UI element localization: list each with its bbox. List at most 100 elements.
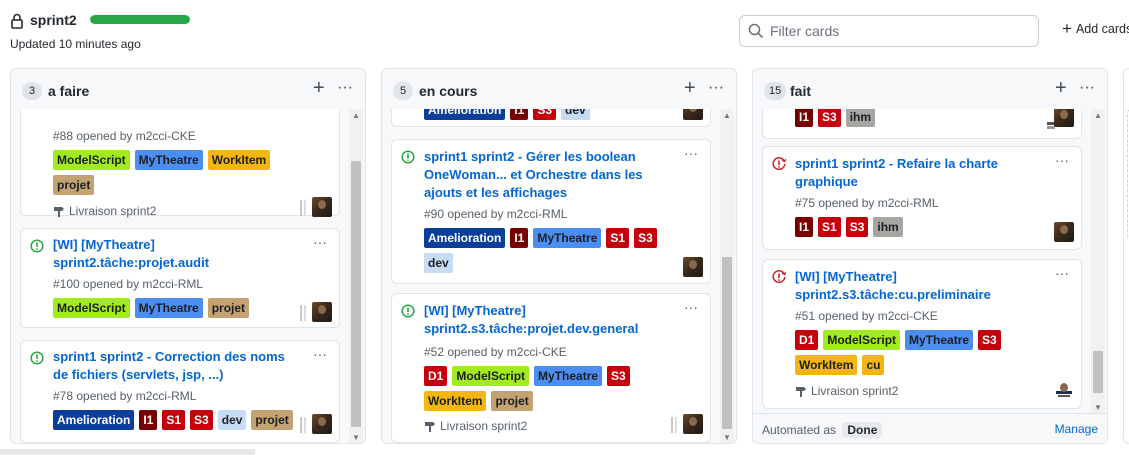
label-badge[interactable]: S3: [818, 109, 841, 127]
add-column-placeholder[interactable]: [1123, 68, 1129, 444]
issue-card[interactable]: [WI] [MyTheatre] sprint2.s3.tâche:cu.pre…: [762, 259, 1082, 409]
label-badge[interactable]: ihm: [873, 217, 903, 237]
card-title-link[interactable]: [WI] [MyTheatre] sprint2.s3.tâche:projet…: [424, 302, 674, 338]
label-badge[interactable]: S1: [162, 410, 186, 430]
column-scrollbar[interactable]: ▲ ▼: [349, 109, 363, 443]
label-badge[interactable]: Amelioration: [424, 228, 506, 248]
add-card-plus-icon[interactable]: +: [684, 78, 696, 98]
card-milestone[interactable]: Livraison sprint2: [424, 419, 527, 433]
card-title-link[interactable]: sprint1 sprint2 - Gérer les boolean OneW…: [424, 148, 674, 202]
label-badge[interactable]: I1: [510, 228, 529, 248]
issue-card[interactable]: sprint1 sprint2 - Refaire la charte grap…: [762, 146, 1082, 250]
scrollbar-thumb[interactable]: [351, 161, 361, 427]
label-badge[interactable]: cu: [862, 355, 885, 375]
issue-card[interactable]: [WI] [MyTheatre] sprint2.s3.tâche:projet…: [391, 293, 711, 443]
card-title-link[interactable]: [WI] [MyTheatre] sprint2.s3.tâche:cu.pre…: [795, 268, 1045, 304]
column-menu-dots-icon[interactable]: ···: [337, 78, 353, 98]
label-badge[interactable]: MyTheatre: [534, 366, 603, 386]
card-menu-dots-icon[interactable]: ···: [684, 146, 698, 160]
issue-card[interactable]: Amelioration I1 S3 dev: [391, 109, 711, 127]
issue-card[interactable]: sprint1 sprint2 - Correction des noms de…: [20, 340, 340, 443]
scrollbar-thumb[interactable]: [1093, 351, 1103, 393]
card-milestone[interactable]: Livraison sprint2: [795, 384, 898, 398]
issue-card[interactable]: [WI] [MyTheatre] sprint2.tâche:projet.au…: [20, 228, 340, 328]
card-title-link[interactable]: sprint1 sprint2 - Refaire la charte grap…: [795, 155, 1045, 191]
card-milestone[interactable]: Livraison sprint2: [53, 204, 156, 218]
label-badge[interactable]: MyTheatre: [134, 298, 203, 318]
label-badge[interactable]: S1: [606, 228, 630, 248]
filter-cards-input[interactable]: [770, 22, 1030, 40]
label-badge[interactable]: S3: [634, 228, 657, 248]
label-badge[interactable]: dev: [217, 410, 247, 430]
column-scrollbar[interactable]: ▲ ▼: [1091, 109, 1105, 415]
label-badge[interactable]: projet: [53, 175, 95, 195]
label-badge[interactable]: projet: [207, 298, 250, 318]
label-badge[interactable]: S3: [190, 410, 213, 430]
scrollbar-thumb[interactable]: [722, 257, 732, 429]
label-badge[interactable]: ModelScript: [452, 366, 530, 386]
assignee-avatar[interactable]: [1054, 380, 1074, 400]
issue-card[interactable]: I1 S3 ihm: [762, 109, 1082, 139]
label-badge[interactable]: projet: [491, 391, 533, 411]
label-badge[interactable]: I1: [139, 410, 158, 430]
manage-automation-link[interactable]: Manage: [1055, 422, 1098, 436]
card-menu-dots-icon[interactable]: ···: [1055, 153, 1069, 167]
label-badge[interactable]: S3: [607, 366, 630, 386]
project-title[interactable]: sprint2: [30, 12, 77, 28]
card-title-link[interactable]: [WI] [MyTheatre] sprint2.tâche:projet.au…: [53, 236, 298, 272]
card-menu-dots-icon[interactable]: ···: [1055, 266, 1069, 280]
label-badge[interactable]: I1: [795, 217, 814, 237]
assignee-avatar[interactable]: [312, 197, 332, 217]
label-badge[interactable]: MyTheatre: [905, 330, 974, 350]
label-badge[interactable]: ModelScript: [53, 150, 130, 170]
label-badge[interactable]: Amelioration: [424, 109, 506, 120]
label-badge[interactable]: D1: [424, 366, 448, 386]
card-title-link[interactable]: sprint1 sprint2 - Correction des noms de…: [53, 348, 303, 384]
horizontal-scrollbar[interactable]: [0, 449, 255, 455]
assignee-avatar[interactable]: [683, 414, 703, 434]
scroll-down-arrow-icon[interactable]: ▼: [720, 431, 734, 443]
label-badge[interactable]: ihm: [845, 109, 876, 127]
card-menu-dots-icon[interactable]: ···: [313, 235, 327, 249]
scroll-up-arrow-icon[interactable]: ▲: [1091, 109, 1105, 123]
label-badge[interactable]: S3: [978, 330, 1001, 350]
add-card-plus-icon[interactable]: +: [1055, 78, 1067, 98]
label-badge[interactable]: I1: [510, 109, 529, 120]
label-badge[interactable]: dev: [561, 109, 590, 120]
issue-card[interactable]: sprint1 sprint2 - Gérer les boolean OneW…: [391, 139, 711, 284]
scroll-up-arrow-icon[interactable]: ▲: [349, 109, 363, 123]
add-card-plus-icon[interactable]: +: [313, 78, 325, 98]
column-scrollbar[interactable]: ▲ ▼: [720, 109, 734, 443]
label-badge[interactable]: ModelScript: [823, 330, 901, 350]
assignee-avatar[interactable]: [312, 302, 332, 322]
assignee-avatar[interactable]: [312, 414, 332, 434]
label-badge[interactable]: S3: [533, 109, 557, 120]
card-menu-dots-icon[interactable]: ···: [684, 300, 698, 314]
label-badge[interactable]: WorkItem: [424, 391, 487, 411]
label-badge[interactable]: WorkItem: [795, 355, 858, 375]
label-badge[interactable]: I1: [795, 109, 814, 127]
add-cards-button[interactable]: + Add cards: [1062, 20, 1129, 37]
issue-card[interactable]: #88 opened by m2cci-CKE ModelScript MyThe…: [20, 109, 340, 218]
assignee-avatar[interactable]: [1054, 222, 1074, 242]
filter-cards-field[interactable]: [739, 15, 1039, 47]
label-badge[interactable]: D1: [795, 330, 819, 350]
label-badge[interactable]: S1: [818, 217, 841, 237]
label-badge[interactable]: MyTheatre: [533, 228, 602, 248]
label-badge[interactable]: S3: [845, 217, 869, 237]
card-menu-dots-icon[interactable]: ···: [313, 347, 327, 361]
scroll-up-arrow-icon[interactable]: ▲: [720, 109, 734, 123]
label-badge[interactable]: Amelioration: [53, 410, 135, 430]
label-badge[interactable]: dev: [424, 253, 453, 273]
assignee-avatar[interactable]: [683, 257, 703, 277]
label-badge[interactable]: projet: [251, 410, 293, 430]
assignee-avatar[interactable]: [683, 109, 703, 120]
assignee-avatar[interactable]: [1054, 109, 1074, 127]
column-count-badge: 15: [764, 82, 787, 100]
label-badge[interactable]: MyTheatre: [134, 150, 203, 170]
scroll-down-arrow-icon[interactable]: ▼: [349, 431, 363, 443]
label-badge[interactable]: ModelScript: [53, 298, 130, 318]
column-menu-dots-icon[interactable]: ···: [708, 78, 724, 98]
label-badge[interactable]: WorkItem: [207, 150, 271, 170]
column-menu-dots-icon[interactable]: ···: [1079, 78, 1095, 98]
